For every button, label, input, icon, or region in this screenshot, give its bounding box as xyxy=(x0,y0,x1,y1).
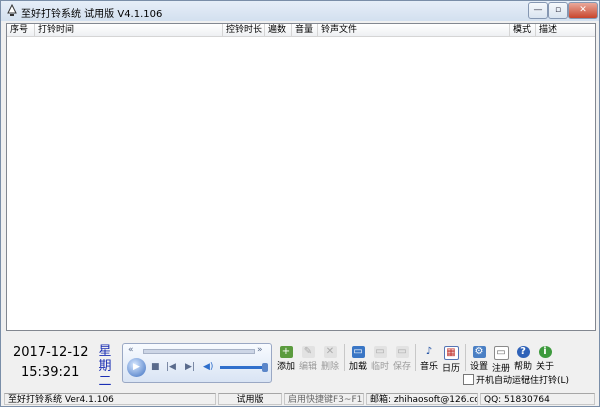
restore-button[interactable]: ▫ xyxy=(548,2,568,19)
edit-label: 编辑 xyxy=(298,362,317,372)
save-label: 保存 xyxy=(392,362,411,372)
rewind-icon[interactable]: « xyxy=(128,345,134,355)
music-label: 音乐 xyxy=(419,362,438,372)
status-bar: 至好打铃系统 Ver4.1.106 试用版 启用快捷键F3~F12 邮箱: zh… xyxy=(1,393,599,406)
col-mode[interactable]: 模式 xyxy=(510,24,536,36)
col-ring-time[interactable]: 打铃时间 xyxy=(35,24,223,36)
globe-icon: i xyxy=(538,346,552,358)
status-version: 至好打铃系统 Ver4.1.106 xyxy=(4,393,216,405)
audio-player: « » ▶ ■ |◀ ▶| ◀) xyxy=(122,343,272,383)
gear-icon: ⚙ xyxy=(472,346,486,358)
title-bar: 至好打铃系统 试用版 V4.1.106 — ▫ ✕ xyxy=(1,1,599,21)
register-button[interactable]: ▭ 注册 xyxy=(490,345,512,374)
status-edition: 试用版 xyxy=(218,393,282,405)
calendar-icon: ▦ xyxy=(443,346,459,360)
edit-icon: ✎ xyxy=(301,346,315,358)
status-email: 邮箱: zhihaosoft@126.com xyxy=(366,393,478,405)
list-header: 序号 打铃时间 控铃时长 遍数 音量 铃声文件 模式 描述 xyxy=(7,24,595,37)
window-title: 至好打铃系统 试用版 V4.1.106 xyxy=(21,9,163,20)
toolbar-separator xyxy=(344,344,345,371)
status-shortcut: 启用快捷键F3~F12 xyxy=(284,393,364,405)
help-icon: ? xyxy=(516,346,530,358)
delete-label: 删除 xyxy=(320,362,339,372)
delete-button[interactable]: ✕ 删除 xyxy=(319,345,341,372)
previous-icon[interactable]: |◀ xyxy=(166,362,176,372)
about-button[interactable]: i 关于 xyxy=(534,345,556,372)
temporary-button[interactable]: ▭ 临时 xyxy=(369,345,391,372)
add-button[interactable]: + 添加 xyxy=(275,345,297,372)
stop-icon[interactable]: ■ xyxy=(151,362,160,372)
settings-label: 设置 xyxy=(469,362,488,372)
load-label: 加载 xyxy=(348,362,367,372)
play-button[interactable]: ▶ xyxy=(127,358,146,377)
calendar-button[interactable]: ▦ 日历 xyxy=(440,345,462,374)
volume-slider[interactable] xyxy=(220,366,262,369)
temporary-label: 临时 xyxy=(370,362,389,372)
seek-bar[interactable] xyxy=(143,349,255,354)
toolbar-separator xyxy=(415,344,416,371)
control-panel: 2017-12-12 15:39:21 星 期 二 « » ▶ ■ |◀ ▶| … xyxy=(1,332,599,392)
weekday-char: 期 xyxy=(98,359,112,374)
remember-label: 记住打铃(L) xyxy=(521,376,570,386)
settings-button[interactable]: ⚙ 设置 xyxy=(468,345,490,372)
col-description[interactable]: 描述 xyxy=(536,24,595,36)
edit-button[interactable]: ✎ 编辑 xyxy=(297,345,319,372)
col-sound-file[interactable]: 铃声文件 xyxy=(318,24,510,36)
delete-icon: ✕ xyxy=(323,346,337,358)
weekday-char: 二 xyxy=(98,374,112,389)
weekday-char: 星 xyxy=(98,344,112,359)
col-index[interactable]: 序号 xyxy=(7,24,35,36)
add-icon: + xyxy=(279,346,293,358)
about-label: 关于 xyxy=(535,362,554,372)
current-date: 2017-12-12 xyxy=(13,345,89,360)
help-button[interactable]: ? 帮助 xyxy=(512,345,534,372)
next-icon[interactable]: ▶| xyxy=(185,362,195,372)
close-button[interactable]: ✕ xyxy=(568,2,598,19)
auto-start-checkbox[interactable] xyxy=(463,374,474,385)
col-volume[interactable]: 音量 xyxy=(292,24,318,36)
folder-icon: ▭ xyxy=(351,346,365,358)
volume-knob[interactable] xyxy=(262,363,268,372)
document-icon: ▭ xyxy=(493,346,509,360)
app-window: 至好打铃系统 试用版 V4.1.106 — ▫ ✕ 序号 打铃时间 控铃时长 遍… xyxy=(0,0,600,407)
load-button[interactable]: ▭ 加载 xyxy=(347,345,369,372)
fast-forward-icon[interactable]: » xyxy=(257,345,263,355)
weekday: 星 期 二 xyxy=(97,344,113,389)
col-repeat[interactable]: 遍数 xyxy=(265,24,292,36)
music-button[interactable]: ♪ 音乐 xyxy=(418,345,440,372)
save-button[interactable]: ▭ 保存 xyxy=(391,345,413,372)
volume-icon: ◀) xyxy=(203,362,214,372)
toolbar-separator xyxy=(465,344,466,371)
bell-icon xyxy=(7,4,17,16)
add-label: 添加 xyxy=(276,362,295,372)
save-icon: ▭ xyxy=(395,346,409,358)
minimize-button[interactable]: — xyxy=(528,2,548,19)
current-time: 15:39:21 xyxy=(21,365,80,380)
col-duration[interactable]: 控铃时长 xyxy=(223,24,265,36)
calendar-label: 日历 xyxy=(441,364,460,374)
temporary-icon: ▭ xyxy=(373,346,387,358)
status-qq: QQ: 51830764 xyxy=(480,393,595,405)
music-note-icon: ♪ xyxy=(425,346,433,357)
help-label: 帮助 xyxy=(513,362,532,372)
schedule-list[interactable]: 序号 打铃时间 控铃时长 遍数 音量 铃声文件 模式 描述 xyxy=(6,23,596,331)
